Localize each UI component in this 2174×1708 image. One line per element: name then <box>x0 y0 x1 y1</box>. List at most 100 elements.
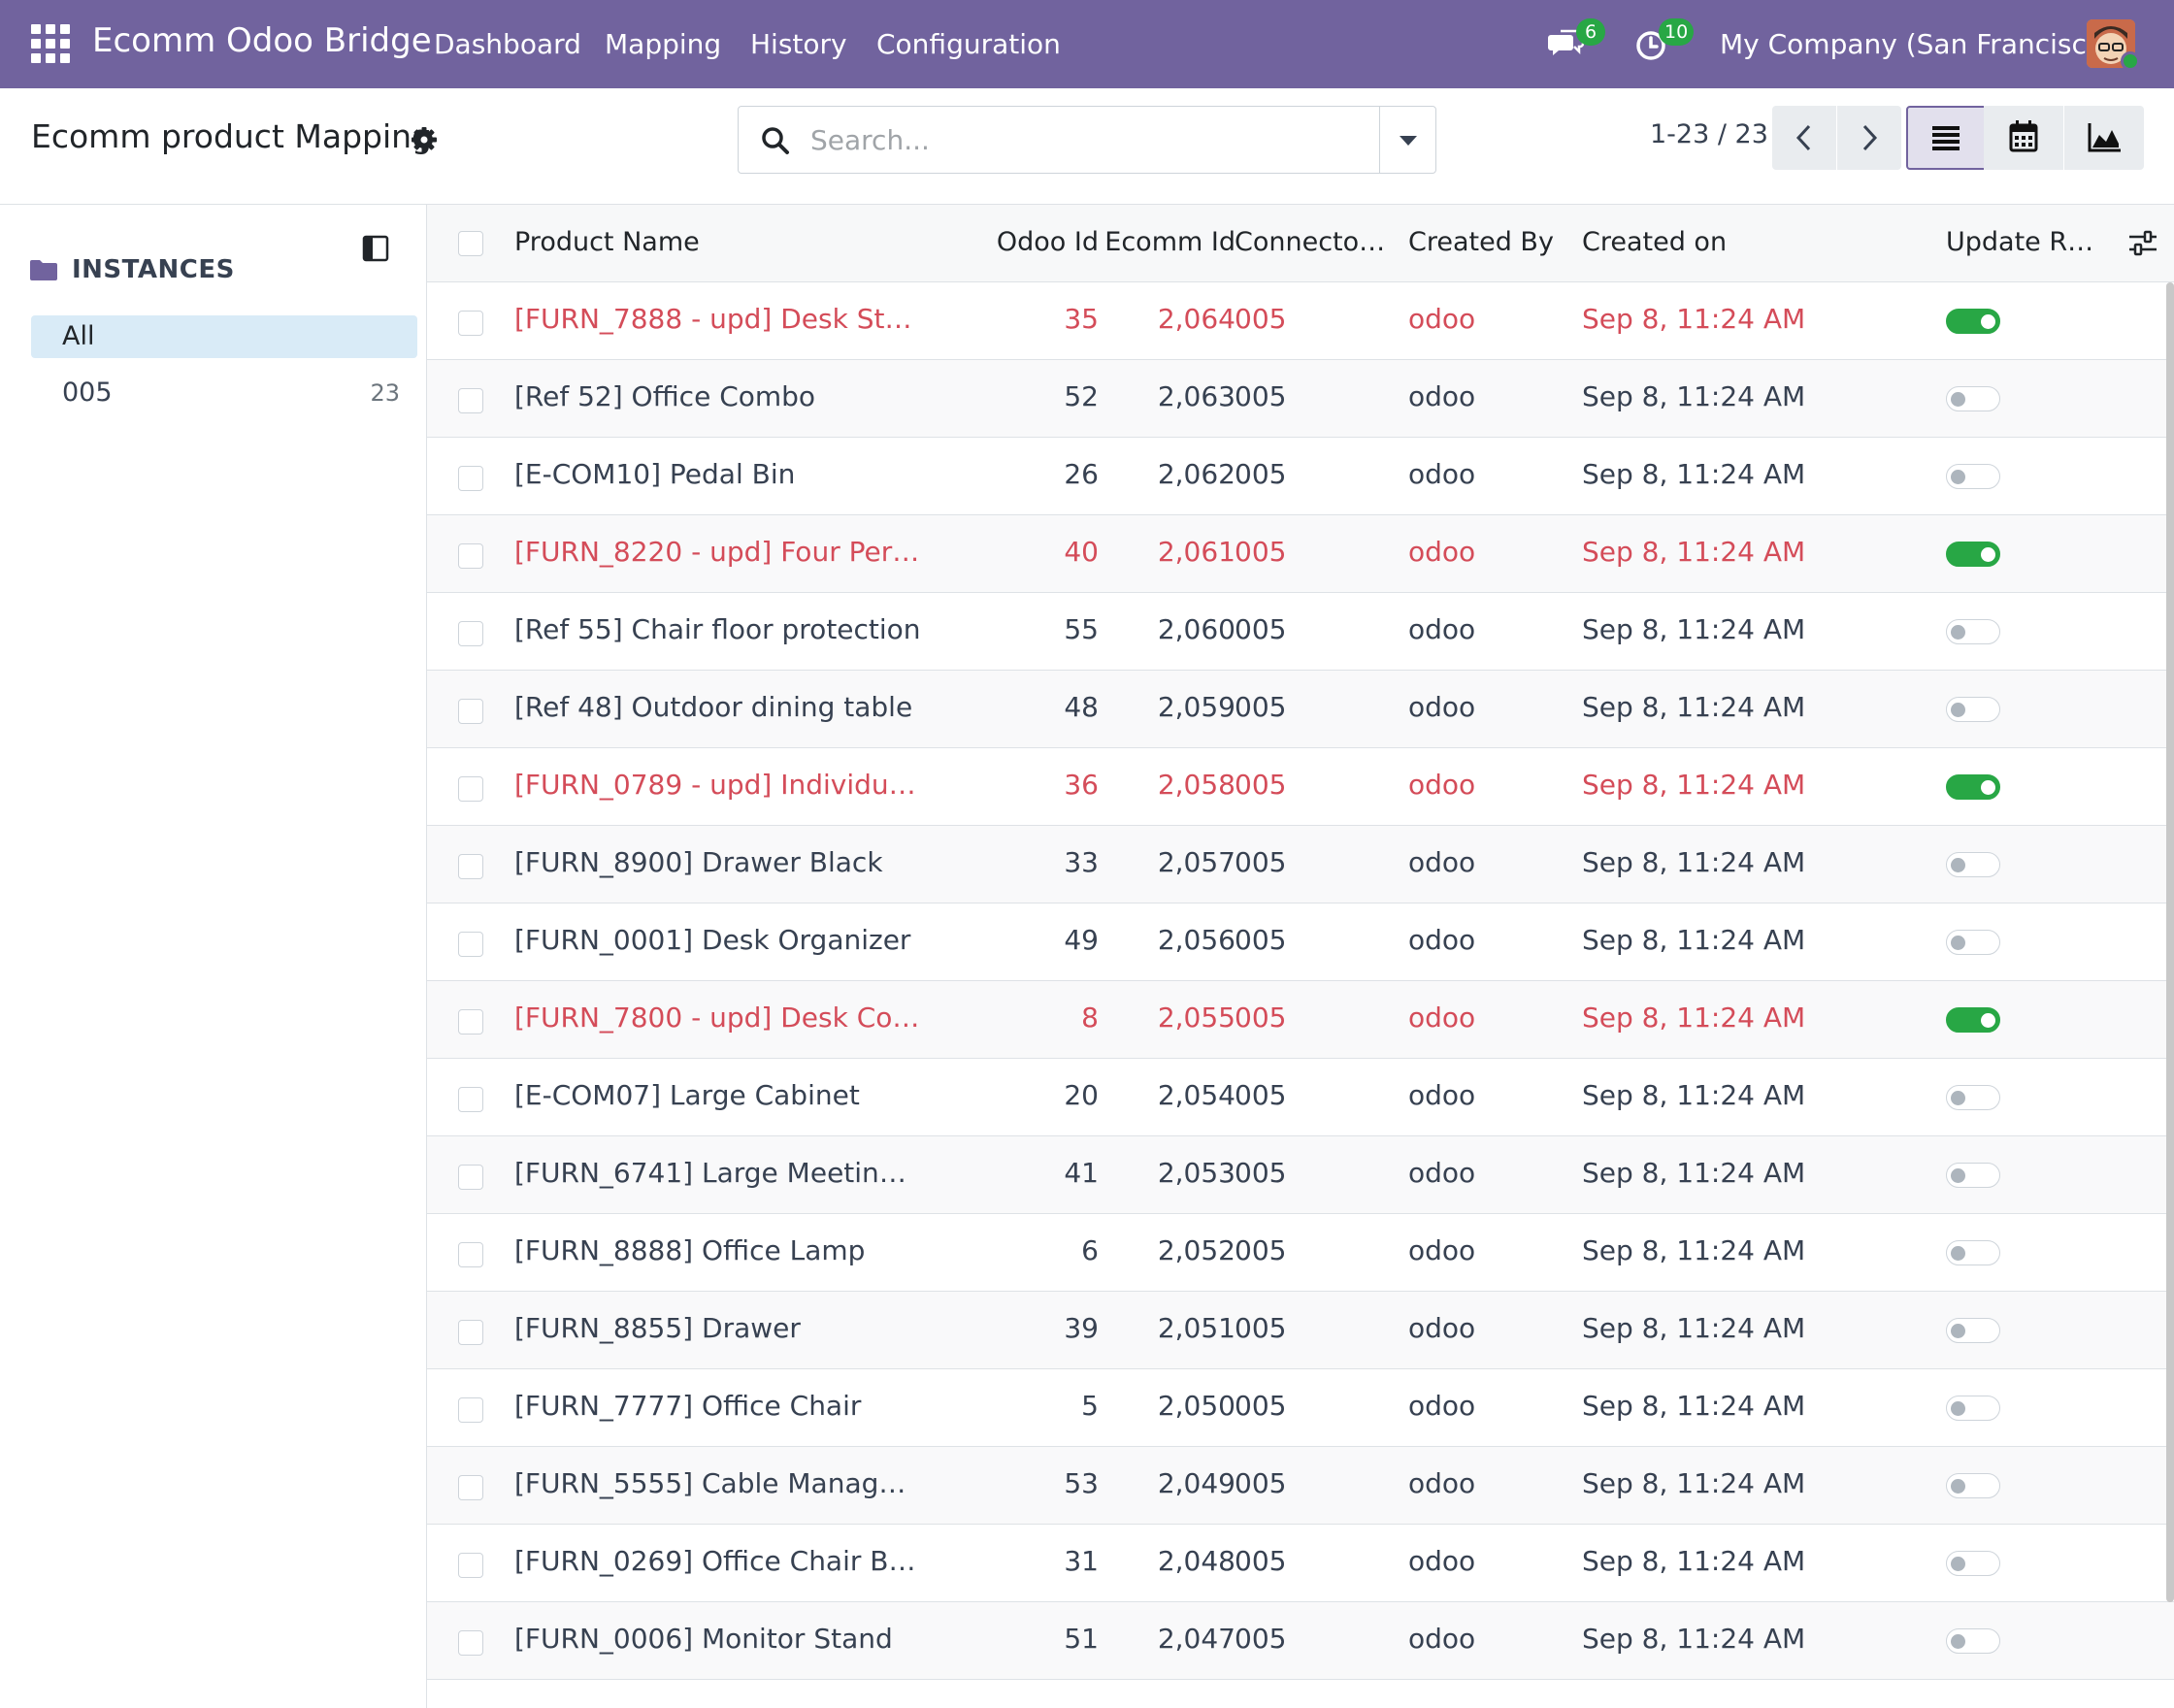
update-required-toggle[interactable] <box>1946 1473 2000 1498</box>
created-on-cell: Sep 8, 11:24 AM <box>1582 303 1806 335</box>
update-required-toggle[interactable] <box>1946 1396 2000 1421</box>
row-select-checkbox[interactable] <box>458 1397 483 1423</box>
ecomm-id-cell: 2,049 <box>1157 1467 1235 1499</box>
row-select-checkbox[interactable] <box>458 543 483 569</box>
update-required-toggle[interactable] <box>1946 464 2000 489</box>
app-title[interactable]: Ecomm Odoo Bridge <box>92 21 432 60</box>
row-select-checkbox[interactable] <box>458 1165 483 1190</box>
list-view-button[interactable] <box>1906 106 1986 170</box>
created-on-cell: Sep 8, 11:24 AM <box>1582 924 1806 956</box>
table-row[interactable]: [Ref 52] Office Combo 52 2,063 005 odoo Sep 8… <box>427 360 2174 438</box>
table-row[interactable]: [FURN_8900] Drawer Black 33 2,057 005 odoo Se… <box>427 826 2174 903</box>
table-row[interactable]: [FURN_0006] Monitor Stand 51 2,047 005 odoo S… <box>427 1602 2174 1680</box>
created-by-cell: odoo <box>1408 380 1476 412</box>
column-created-on[interactable]: Created on <box>1582 227 1727 257</box>
connector-cell: 005 <box>1235 613 1287 645</box>
select-all-checkbox[interactable] <box>458 231 483 256</box>
company-switcher[interactable]: My Company (San Francisco) <box>1720 28 2114 60</box>
menu-mapping[interactable]: Mapping <box>605 28 721 60</box>
menu-dashboard[interactable]: Dashboard <box>434 28 581 60</box>
search-input[interactable] <box>810 116 1334 163</box>
row-select-checkbox[interactable] <box>458 1087 483 1112</box>
sidebar-item-005[interactable]: 005 23 <box>31 372 417 414</box>
row-select-checkbox[interactable] <box>458 621 483 646</box>
update-required-toggle[interactable] <box>1946 309 2000 334</box>
menu-history[interactable]: History <box>750 28 847 60</box>
table-row[interactable]: [FURN_7800 - upd] Desk Com… 8 2,055 005 odoo… <box>427 981 2174 1059</box>
table-row[interactable]: [FURN_5555] Cable Manage… 53 2,049 005 odoo S… <box>427 1447 2174 1525</box>
row-select-checkbox[interactable] <box>458 466 483 491</box>
toggle-knob <box>1951 1557 1965 1571</box>
column-odoo-id[interactable]: Odoo Id <box>941 227 1099 257</box>
column-connector[interactable]: Connecto… <box>1235 227 1385 257</box>
table-row[interactable]: [FURN_7888 - upd] Desk Stan… 35 2,064 005 od… <box>427 282 2174 360</box>
column-product-name[interactable]: Product Name <box>514 227 700 257</box>
odoo-id-cell: 26 <box>1064 458 1099 490</box>
table-row[interactable]: [E-COM10] Pedal Bin 26 2,062 005 odoo Sep 8, … <box>427 438 2174 515</box>
row-select-checkbox[interactable] <box>458 699 483 724</box>
row-select-checkbox[interactable] <box>458 1475 483 1500</box>
row-select-checkbox[interactable] <box>458 1242 483 1267</box>
calendar-view-button[interactable] <box>1984 106 2063 170</box>
row-select-checkbox[interactable] <box>458 311 483 336</box>
collapse-panel-icon[interactable] <box>361 234 390 263</box>
product-name-cell: [E-COM10] Pedal Bin <box>514 458 796 490</box>
pager-previous-button[interactable] <box>1772 106 1836 170</box>
created-on-cell: Sep 8, 11:24 AM <box>1582 1545 1806 1577</box>
column-ecomm-id[interactable]: Ecomm Id <box>1097 227 1235 257</box>
row-select-checkbox[interactable] <box>458 854 483 879</box>
update-required-toggle[interactable] <box>1946 852 2000 877</box>
update-required-toggle[interactable] <box>1946 774 2000 800</box>
update-required-toggle[interactable] <box>1946 542 2000 567</box>
update-required-toggle[interactable] <box>1946 1240 2000 1265</box>
pager-value[interactable]: 1-23 / 23 <box>1650 119 1768 149</box>
menu-configuration[interactable]: Configuration <box>876 28 1061 60</box>
row-select-checkbox[interactable] <box>458 1630 483 1656</box>
search-options-dropdown-icon[interactable] <box>1379 107 1435 173</box>
row-select-checkbox[interactable] <box>458 388 483 413</box>
connector-cell: 005 <box>1235 1545 1287 1577</box>
scrollbar[interactable] <box>2166 282 2174 1602</box>
pager-next-button[interactable] <box>1837 106 1901 170</box>
toggle-knob <box>1951 1168 1965 1183</box>
ecomm-id-cell: 2,051 <box>1157 1312 1235 1344</box>
table-row[interactable]: [FURN_8855] Drawer 39 2,051 005 odoo Sep 8, 1… <box>427 1292 2174 1369</box>
table-row[interactable]: [FURN_8220 - upd] Four Pers… 40 2,061 005 od… <box>427 515 2174 593</box>
table-row[interactable]: [FURN_0001] Desk Organizer 49 2,056 005 odoo… <box>427 903 2174 981</box>
update-required-toggle[interactable] <box>1946 386 2000 411</box>
instances-heading: INSTANCES <box>72 255 235 284</box>
gear-icon[interactable] <box>410 125 439 154</box>
update-required-toggle[interactable] <box>1946 1007 2000 1033</box>
product-name-cell: [FURN_0001] Desk Organizer <box>514 924 911 956</box>
graph-view-button[interactable] <box>2064 106 2144 170</box>
sidebar-item-all[interactable]: All <box>31 315 417 358</box>
update-required-toggle[interactable] <box>1946 1085 2000 1110</box>
update-required-toggle[interactable] <box>1946 619 2000 644</box>
update-required-toggle[interactable] <box>1946 697 2000 722</box>
product-name-cell: [FURN_7777] Office Chair <box>514 1390 862 1422</box>
row-select-checkbox[interactable] <box>458 1553 483 1578</box>
column-created-by[interactable]: Created By <box>1408 227 1554 257</box>
table-row[interactable]: [E-COM07] Large Cabinet 20 2,054 005 odoo Sep… <box>427 1059 2174 1136</box>
row-select-checkbox[interactable] <box>458 932 483 957</box>
table-row[interactable]: [FURN_0269] Office Chair Black 31 2,048 005… <box>427 1525 2174 1602</box>
connector-cell: 005 <box>1235 769 1287 801</box>
table-row[interactable]: [Ref 48] Outdoor dining table 48 2,059 005 o… <box>427 671 2174 748</box>
table-row[interactable]: [FURN_0789 - upd] Individual … 36 2,058 005… <box>427 748 2174 826</box>
row-select-checkbox[interactable] <box>458 1009 483 1035</box>
row-select-checkbox[interactable] <box>458 776 483 802</box>
optional-columns-icon[interactable] <box>2125 226 2160 261</box>
update-required-toggle[interactable] <box>1946 930 2000 955</box>
table-row[interactable]: [FURN_8888] Office Lamp 6 2,052 005 odoo Sep … <box>427 1214 2174 1292</box>
table-row[interactable]: [FURN_6741] Large Meeting … 41 2,053 005 odo… <box>427 1136 2174 1214</box>
column-update-required[interactable]: Update R… <box>1946 227 2093 257</box>
created-on-cell: Sep 8, 11:24 AM <box>1582 380 1806 412</box>
update-required-toggle[interactable] <box>1946 1628 2000 1654</box>
update-required-toggle[interactable] <box>1946 1551 2000 1576</box>
table-row[interactable]: [Ref 55] Chair floor protection 55 2,060 00… <box>427 593 2174 671</box>
apps-menu-icon[interactable] <box>31 24 70 63</box>
row-select-checkbox[interactable] <box>458 1320 483 1345</box>
table-row[interactable]: [FURN_7777] Office Chair 5 2,050 005 odoo Sep… <box>427 1369 2174 1447</box>
update-required-toggle[interactable] <box>1946 1318 2000 1343</box>
update-required-toggle[interactable] <box>1946 1163 2000 1188</box>
